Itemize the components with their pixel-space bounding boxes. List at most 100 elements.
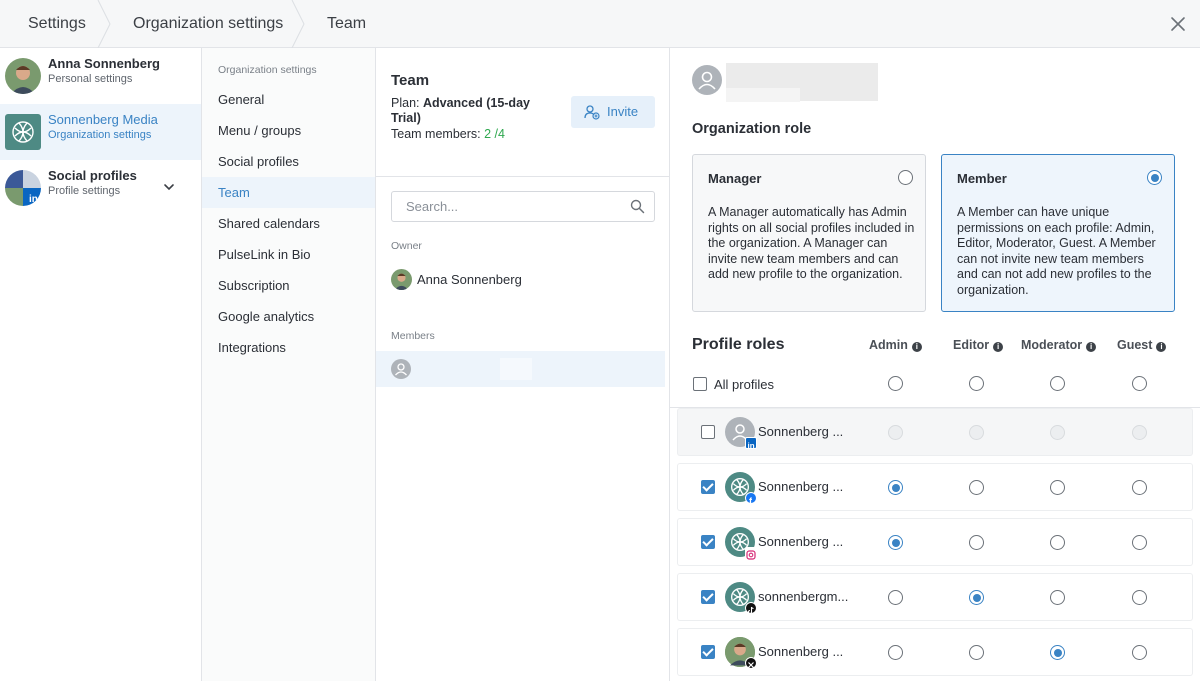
account-organization[interactable]: Sonnenberg Media Organization settings [0,104,201,160]
organization-role-title: Organization role [692,121,812,137]
all-profiles-checkbox[interactable] [693,377,707,391]
role-description: A Manager automatically has Admin rights… [708,205,915,281]
member-row[interactable] [376,351,665,387]
search-input[interactable] [392,192,622,221]
guest-radio[interactable] [1132,645,1147,660]
role-description: A Member can have unique permissions on … [957,205,1156,297]
profile-checkbox[interactable] [701,535,715,549]
profile-checkbox[interactable] [701,590,715,604]
moderator-radio[interactable] [1050,645,1065,660]
profile-avatar [725,637,757,669]
column-header-editor: Editor i [953,338,1004,352]
owner-row[interactable]: Anna Sonnenberg [391,269,655,291]
nav-item-shared-calendars[interactable]: Shared calendars [202,208,375,239]
editor-radio[interactable] [969,590,984,605]
info-icon[interactable]: i [1086,342,1097,352]
moderator-radio[interactable] [1050,590,1065,605]
invite-button[interactable]: Invite [571,96,655,128]
guest-radio[interactable] [1132,535,1147,550]
admin-radio[interactable] [888,645,903,660]
nav-item-subscription[interactable]: Subscription [202,270,375,301]
guest-radio[interactable] [1132,480,1147,495]
info-icon[interactable]: i [1156,342,1167,352]
all-admin-radio[interactable] [888,376,903,391]
nav-item-integrations[interactable]: Integrations [202,332,375,363]
profile-checkbox[interactable] [701,645,715,659]
user-avatar-icon [391,359,411,379]
all-profiles-row: All profiles [670,368,1200,408]
all-profiles-label: All profiles [714,377,774,392]
avatar [5,58,41,94]
profile-row-linkedin: in Sonnenberg ... [678,409,1192,455]
linkedin-icon: in [745,437,757,451]
instagram-icon [745,547,757,560]
admin-radio[interactable] [888,480,903,495]
guest-radio [1132,425,1147,440]
column-header-admin: Admin i [869,338,922,352]
breadcrumb-team: Team [327,15,367,32]
profile-checkbox[interactable] [701,425,715,439]
search-icon[interactable] [630,199,645,214]
owner-name: Anna Sonnenberg [417,272,522,287]
guest-radio[interactable] [1132,590,1147,605]
info-icon[interactable]: i [993,342,1004,352]
breadcrumb: Settings Organization settings Team [0,0,1200,48]
organization-logo-icon [5,114,41,150]
nav-item-social-profiles[interactable]: Social profiles [202,146,375,177]
column-header-moderator: Moderator i [1021,338,1097,352]
role-card-manager[interactable]: Manager A Manager automatically has Admi… [692,154,926,312]
avatar [391,269,412,290]
add-user-icon [584,105,600,120]
manager-radio[interactable] [898,170,913,185]
chevron-down-icon[interactable] [163,181,175,193]
profile-checkbox[interactable] [701,480,715,494]
nav-item-google-analytics[interactable]: Google analytics [202,301,375,332]
account-social-profiles[interactable]: in Social profiles Profile settings [0,160,201,216]
nav-item-menu-groups[interactable]: Menu / groups [202,115,375,146]
admin-radio[interactable] [888,535,903,550]
column-header-label: Editor [953,338,990,352]
x-twitter-icon [745,657,757,669]
plan-info: Plan: Advanced (15-day Trial) [391,96,551,126]
column-header-label: Admin [869,338,908,352]
nav-item-general[interactable]: General [202,84,375,115]
account-name: Anna Sonnenberg [48,56,160,71]
profile-avatar [725,582,757,615]
team-members-label: Team members: [391,127,481,141]
account-name: Social profiles [48,168,137,183]
editor-radio[interactable] [969,645,984,660]
nav-item-team[interactable]: Team [202,177,375,208]
moderator-radio [1050,425,1065,440]
svg-text:f: f [749,496,753,505]
breadcrumb-organization-settings[interactable]: Organization settings [133,0,283,48]
member-radio[interactable] [1147,170,1162,185]
all-moderator-radio[interactable] [1050,376,1065,391]
member-detail-panel: Organization role Manager A Manager auto… [670,48,1200,681]
breadcrumb-settings[interactable]: Settings [28,0,86,48]
moderator-radio[interactable] [1050,535,1065,550]
team-title: Team [391,72,430,89]
team-members-value: 2 /4 [484,127,505,141]
account-sidebar: Anna Sonnenberg Personal settings Sonnen… [0,48,202,681]
breadcrumb-separator-icon [291,0,305,48]
column-header-guest: Guest i [1117,338,1167,352]
admin-radio[interactable] [888,590,903,605]
facebook-icon: f [745,492,757,506]
moderator-radio[interactable] [1050,480,1065,495]
role-title: Member [957,171,1007,186]
info-icon[interactable]: i [911,342,922,352]
column-header-label: Moderator [1021,338,1083,352]
editor-radio[interactable] [969,480,984,495]
close-icon[interactable] [1168,14,1188,34]
all-guest-radio[interactable] [1132,376,1147,391]
editor-radio[interactable] [969,535,984,550]
profile-row-tiktok: sonnenbergm... [678,574,1192,620]
role-card-member[interactable]: Member A Member can have unique permissi… [941,154,1175,312]
team-members-count: Team members: 2 /4 [391,127,505,141]
svg-text:in: in [748,442,755,451]
nav-item-pulselink-in-bio[interactable]: PulseLink in Bio [202,239,375,270]
account-personal[interactable]: Anna Sonnenberg Personal settings [0,48,201,104]
profile-name: Sonnenberg ... [758,534,844,549]
all-editor-radio[interactable] [969,376,984,391]
role-title: Manager [708,171,762,186]
